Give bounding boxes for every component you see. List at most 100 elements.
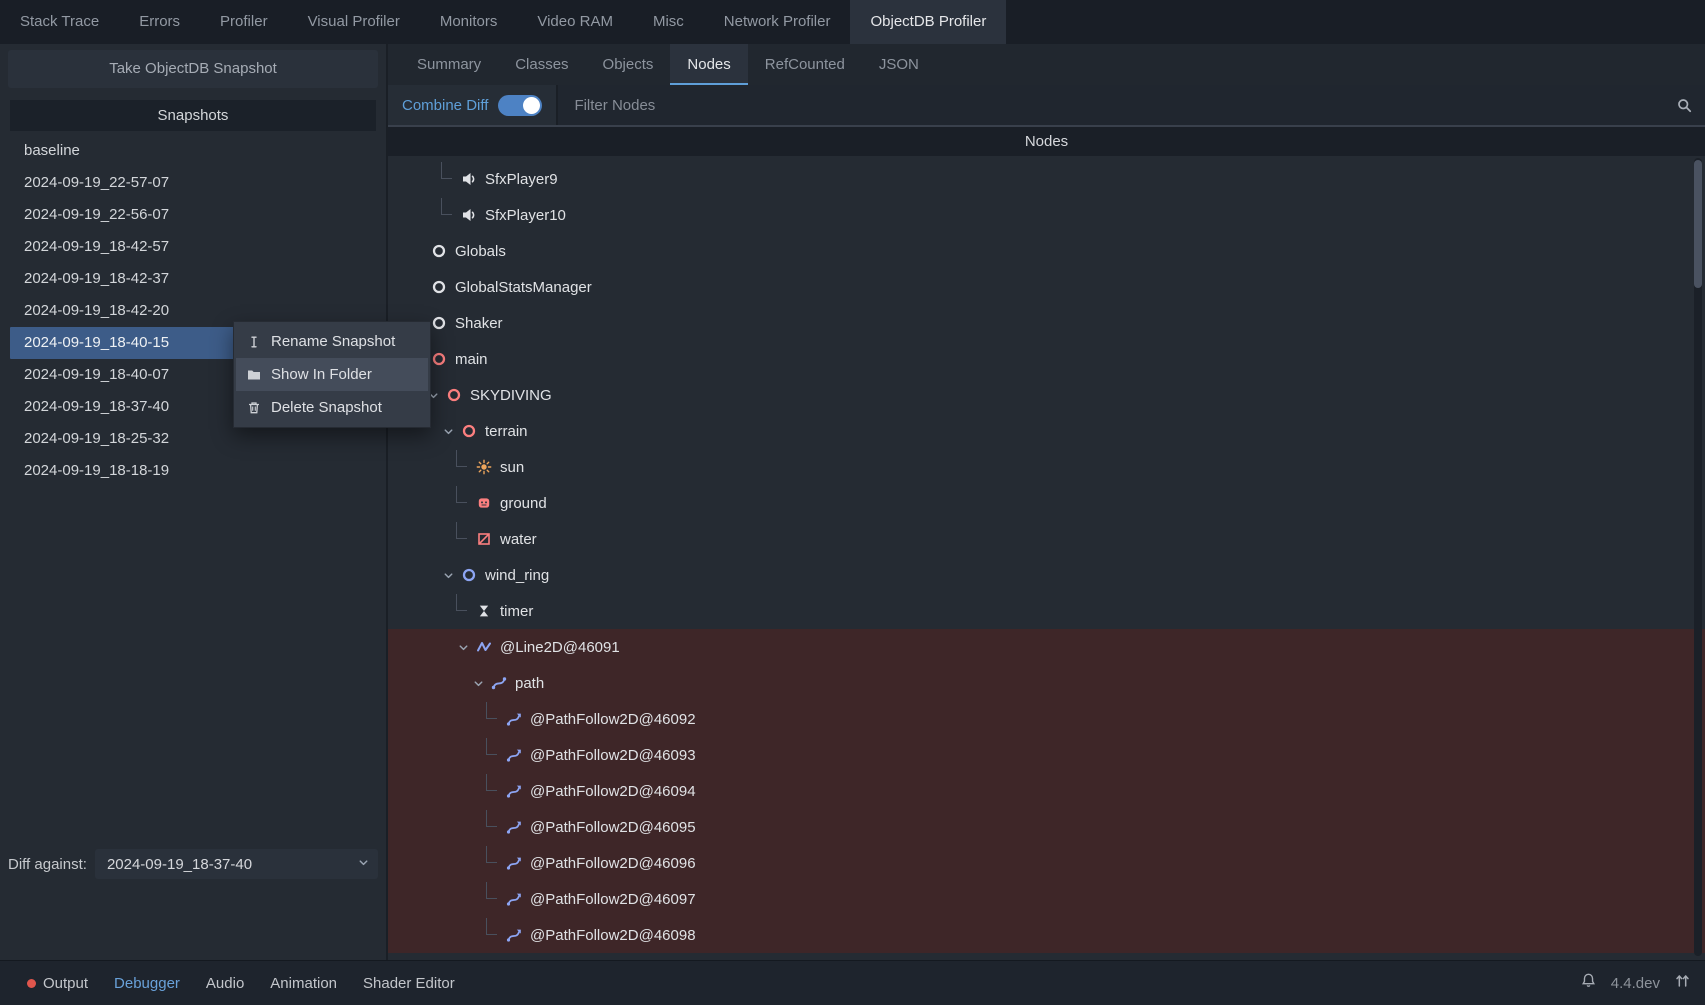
combine-diff-toggle[interactable] xyxy=(498,95,542,116)
pathfollow2d-icon xyxy=(505,818,523,836)
pathfollow2d-icon xyxy=(505,926,523,944)
tab-video-ram[interactable]: Video RAM xyxy=(517,0,633,44)
node3d-icon xyxy=(445,386,463,404)
tree-row-label: timer xyxy=(500,603,533,620)
tab-stack-trace[interactable]: Stack Trace xyxy=(0,0,119,44)
tree-row-pathfollow2d-46098[interactable]: @PathFollow2D@46098 xyxy=(388,917,1705,953)
subtab-nodes[interactable]: Nodes xyxy=(670,44,747,85)
tree-row-ground[interactable]: ground xyxy=(388,485,1705,521)
chevron-down-icon[interactable] xyxy=(436,413,460,449)
tab-objectdb-profiler[interactable]: ObjectDB Profiler xyxy=(850,0,1006,44)
filter-nodes-field[interactable] xyxy=(558,85,1705,125)
tab-network-profiler[interactable]: Network Profiler xyxy=(704,0,851,44)
search-icon xyxy=(1676,97,1693,114)
tree-row-sfxplayer10[interactable]: SfxPlayer10 xyxy=(388,197,1705,233)
bottom-tab-audio[interactable]: Audio xyxy=(193,961,257,1005)
tree-connector xyxy=(481,917,505,953)
tree-row-line2d-46091[interactable]: @Line2D@46091 xyxy=(388,629,1705,665)
filter-nodes-input[interactable] xyxy=(572,96,1676,115)
tree-row-path[interactable]: path xyxy=(388,665,1705,701)
tab-profiler[interactable]: Profiler xyxy=(200,0,288,44)
tree-row-main[interactable]: main xyxy=(388,341,1705,377)
snapshot-item-2024-09-19-18-42-57[interactable]: 2024-09-19_18-42-57 xyxy=(10,231,376,263)
tree-row-globalstatsmanager[interactable]: GlobalStatsManager xyxy=(388,269,1705,305)
diff-against-value: 2024-09-19_18-37-40 xyxy=(107,856,252,873)
nodes-tree-rows: SfxPlayer9SfxPlayer10GlobalsGlobalStatsM… xyxy=(388,156,1705,953)
tree-row-pathfollow2d-46093[interactable]: @PathFollow2D@46093 xyxy=(388,737,1705,773)
tree-row-shaker[interactable]: Shaker xyxy=(388,305,1705,341)
tree-connector xyxy=(451,521,475,557)
chevron-down-icon[interactable] xyxy=(466,665,490,701)
subtab-classes[interactable]: Classes xyxy=(498,44,585,85)
tab-monitors[interactable]: Monitors xyxy=(420,0,518,44)
tree-row-label: water xyxy=(500,531,537,548)
tree-row-pathfollow2d-46092[interactable]: @PathFollow2D@46092 xyxy=(388,701,1705,737)
subtab-json[interactable]: JSON xyxy=(862,44,936,85)
snapshot-item-2024-09-19-18-42-37[interactable]: 2024-09-19_18-42-37 xyxy=(10,263,376,295)
tree-row-water[interactable]: water xyxy=(388,521,1705,557)
tree-row-sfxplayer9[interactable]: SfxPlayer9 xyxy=(388,161,1705,197)
subtab-refcounted[interactable]: RefCounted xyxy=(748,44,862,85)
tree-row-pathfollow2d-46097[interactable]: @PathFollow2D@46097 xyxy=(388,881,1705,917)
subtab-objects[interactable]: Objects xyxy=(586,44,671,85)
tab-errors[interactable]: Errors xyxy=(119,0,200,44)
snapshot-item-2024-09-19-18-18-19[interactable]: 2024-09-19_18-18-19 xyxy=(10,455,376,487)
tree-connector xyxy=(436,197,460,233)
tree-row-label: @Line2D@46091 xyxy=(500,639,620,656)
menu-item-rename-snapshot[interactable]: Rename Snapshot xyxy=(236,325,428,358)
tree-row-label: @PathFollow2D@46096 xyxy=(530,855,696,872)
tab-misc[interactable]: Misc xyxy=(633,0,704,44)
tree-row-label: @PathFollow2D@46092 xyxy=(530,711,696,728)
diff-against-dropdown[interactable]: 2024-09-19_18-37-40 xyxy=(95,849,378,879)
objectdb-profiler-panel: SummaryClassesObjectsNodesRefCountedJSON… xyxy=(388,44,1705,960)
tree-row-sun[interactable]: sun xyxy=(388,449,1705,485)
vertical-scrollbar[interactable] xyxy=(1694,158,1702,956)
bottom-tab-shader-editor[interactable]: Shader Editor xyxy=(350,961,468,1005)
bottom-tab-animation[interactable]: Animation xyxy=(257,961,350,1005)
audiostreamplayer-icon xyxy=(460,206,478,224)
bottom-tab-label: Shader Editor xyxy=(363,975,455,992)
tab-visual-profiler[interactable]: Visual Profiler xyxy=(288,0,420,44)
notification-bell-icon[interactable] xyxy=(1580,972,1597,994)
chevron-down-icon[interactable] xyxy=(436,557,460,593)
tree-row-globals[interactable]: Globals xyxy=(388,233,1705,269)
snapshot-item-2024-09-19-22-56-07[interactable]: 2024-09-19_22-56-07 xyxy=(10,199,376,231)
bottom-tab-output[interactable]: Output xyxy=(14,961,101,1005)
audiostreamplayer-icon xyxy=(460,170,478,188)
bottom-panel-tabs: Output Debugger AudioAnimation Shader Edito… xyxy=(14,961,468,1005)
tree-row-label: @PathFollow2D@46098 xyxy=(530,927,696,944)
tree-row-pathfollow2d-46095[interactable]: @PathFollow2D@46095 xyxy=(388,809,1705,845)
menu-item-show-in-folder[interactable]: Show In Folder xyxy=(236,358,428,391)
menu-item-label: Delete Snapshot xyxy=(271,399,382,416)
subtab-summary[interactable]: Summary xyxy=(400,44,498,85)
tree-row-label: path xyxy=(515,675,544,692)
tree-row-wind-ring[interactable]: wind_ring xyxy=(388,557,1705,593)
snapshots-header: Snapshots xyxy=(10,100,376,131)
combine-diff-group: Combine Diff xyxy=(388,95,556,116)
snapshot-item-baseline[interactable]: baseline xyxy=(10,135,376,167)
tree-connector xyxy=(436,161,460,197)
menu-item-label: Show In Folder xyxy=(271,366,372,383)
diff-against-label: Diff against: xyxy=(8,856,87,873)
tree-row-skydiving[interactable]: SKYDIVING xyxy=(388,377,1705,413)
tree-row-timer[interactable]: timer xyxy=(388,593,1705,629)
tree-row-label: @PathFollow2D@46095 xyxy=(530,819,696,836)
snapshot-item-2024-09-19-22-57-07[interactable]: 2024-09-19_22-57-07 xyxy=(10,167,376,199)
bottom-tab-debugger[interactable]: Debugger xyxy=(101,961,193,1005)
bottom-tab-label: Debugger xyxy=(114,975,180,992)
take-snapshot-button[interactable]: Take ObjectDB Snapshot xyxy=(8,50,378,88)
chevron-down-icon[interactable] xyxy=(451,629,475,665)
tree-row-pathfollow2d-46096[interactable]: @PathFollow2D@46096 xyxy=(388,845,1705,881)
editor-arrows-icon[interactable] xyxy=(1674,972,1691,994)
debugger-tab-bar: Stack TraceErrorsProfilerVisual Profiler… xyxy=(0,0,1705,44)
scrollbar-thumb[interactable] xyxy=(1694,160,1702,288)
timer-icon xyxy=(475,602,493,620)
node-icon xyxy=(430,314,448,332)
bottom-panel-bar: Output Debugger AudioAnimation Shader Edito… xyxy=(0,960,1705,1005)
tree-row-pathfollow2d-46094[interactable]: @PathFollow2D@46094 xyxy=(388,773,1705,809)
menu-item-delete-snapshot[interactable]: Delete Snapshot xyxy=(236,391,428,424)
tree-row-terrain[interactable]: terrain xyxy=(388,413,1705,449)
chevron-down-icon xyxy=(357,856,370,873)
tree-row-label: @PathFollow2D@46093 xyxy=(530,747,696,764)
tree-row-label: @PathFollow2D@46094 xyxy=(530,783,696,800)
